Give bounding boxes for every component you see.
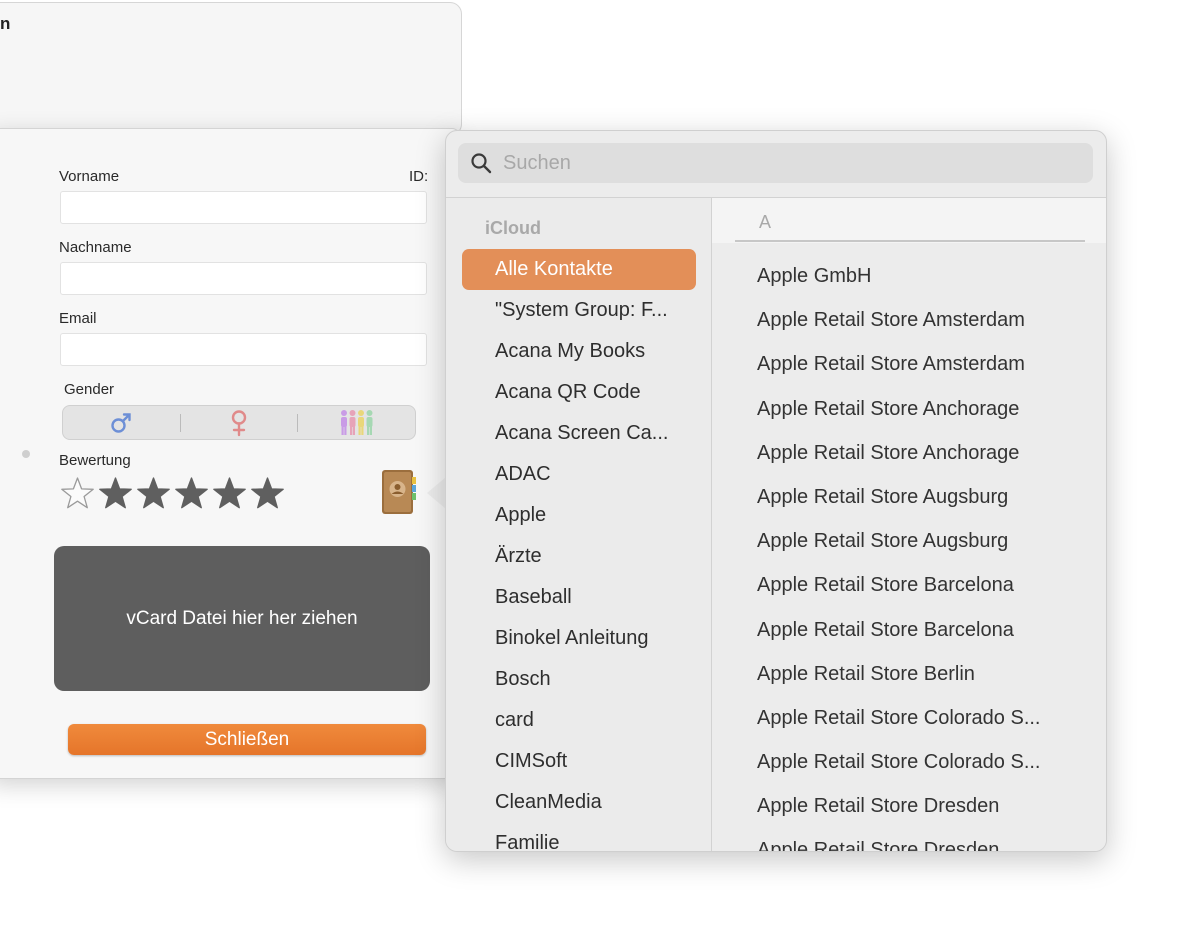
popover-arrow [427, 477, 446, 509]
contacts-book-icon[interactable] [379, 468, 417, 516]
nachname-field[interactable] [60, 262, 427, 295]
group-item[interactable]: Bosch [462, 659, 696, 700]
contacts-popover: iCloud Alle Kontakte"System Group: F...A… [445, 130, 1107, 852]
contact-item[interactable]: Apple Retail Store Colorado S... [712, 740, 1106, 784]
dropzone-label: vCard Datei hier her ziehen [126, 607, 358, 629]
group-item[interactable]: Familie [462, 823, 696, 851]
contact-item[interactable]: Apple Retail Store Augsburg [712, 519, 1106, 563]
window-title: n [0, 14, 11, 33]
vorname-field[interactable] [60, 191, 427, 224]
contact-item[interactable]: Apple Retail Store Berlin [712, 652, 1106, 696]
contact-item[interactable]: Apple GmbH [712, 254, 1106, 298]
status-dot [22, 450, 30, 458]
vcard-dropzone[interactable]: vCard Datei hier her ziehen [54, 546, 430, 691]
star-filled-icon[interactable] [174, 476, 209, 511]
contact-item[interactable]: Apple Retail Store Dresden [712, 828, 1106, 851]
contact-item[interactable]: Apple Retail Store Augsburg [712, 475, 1106, 519]
section-divider [735, 240, 1085, 242]
group-item[interactable]: CIMSoft [462, 741, 696, 782]
group-item[interactable]: Ärzte [462, 536, 696, 577]
gender-segmented-control[interactable] [62, 405, 416, 440]
background-window [0, 2, 462, 136]
contact-item[interactable]: Apple Retail Store Anchorage [712, 431, 1106, 475]
male-symbol-icon [111, 412, 132, 433]
star-empty-icon[interactable] [60, 476, 95, 511]
id-label: ID: [409, 168, 429, 185]
group-item[interactable]: Binokel Anleitung [462, 618, 696, 659]
group-item[interactable]: Alle Kontakte [462, 249, 696, 290]
groups-list: Alle Kontakte "System Group: F... Acana My… [462, 249, 696, 851]
group-item[interactable]: Baseball [462, 577, 696, 618]
rating-label: Bewertung [59, 452, 131, 469]
gender-label: Gender [64, 381, 115, 398]
gender-male-option[interactable] [63, 406, 180, 439]
search-bar[interactable] [458, 143, 1093, 183]
gender-female-option[interactable] [181, 406, 298, 439]
female-symbol-icon [231, 409, 247, 436]
contact-item[interactable]: Apple Retail Store Amsterdam [712, 298, 1106, 342]
group-item[interactable]: Acana Screen Ca... [462, 413, 696, 454]
rating-stars[interactable] [60, 476, 285, 511]
contact-item[interactable]: Apple Retail Store Anchorage [712, 387, 1106, 431]
star-filled-icon[interactable] [98, 476, 133, 511]
contacts-list: Apple GmbH Apple Retail Store Amsterdam Ap… [712, 254, 1106, 851]
star-filled-icon[interactable] [250, 476, 285, 511]
contacts-list-pane: A Apple GmbH Apple Retail Store Amsterdam… [712, 198, 1106, 851]
email-field[interactable] [60, 333, 427, 366]
contact-item[interactable]: Apple Retail Store Barcelona [712, 563, 1106, 607]
search-icon [471, 153, 492, 174]
star-filled-icon[interactable] [136, 476, 171, 511]
group-header: iCloud [485, 218, 541, 238]
group-people-icon [340, 409, 373, 435]
search-input[interactable] [501, 150, 1065, 176]
group-item[interactable]: CleanMedia [462, 782, 696, 823]
close-button[interactable]: Schließen [68, 724, 426, 755]
vorname-label: Vorname [59, 168, 120, 185]
group-item[interactable]: ADAC [462, 454, 696, 495]
contact-item[interactable]: Apple Retail Store Barcelona [712, 608, 1106, 652]
contact-item[interactable]: Apple Retail Store Amsterdam [712, 342, 1106, 386]
groups-sidebar: iCloud Alle Kontakte "System Group: F... A… [446, 198, 711, 851]
email-label: Email [59, 310, 97, 327]
section-letter: A [759, 212, 772, 232]
group-item[interactable]: card [462, 700, 696, 741]
group-item[interactable]: "System Group: F... [462, 290, 696, 331]
contact-item[interactable]: Apple Retail Store Dresden [712, 784, 1106, 828]
gender-group-option[interactable] [298, 406, 415, 439]
section-header: A [712, 198, 1106, 243]
contact-item[interactable]: Apple Retail Store Colorado S... [712, 696, 1106, 740]
group-item[interactable]: Apple [462, 495, 696, 536]
group-item[interactable]: Acana QR Code [462, 372, 696, 413]
star-filled-icon[interactable] [212, 476, 247, 511]
nachname-label: Nachname [59, 239, 132, 256]
group-item[interactable]: Acana My Books [462, 331, 696, 372]
